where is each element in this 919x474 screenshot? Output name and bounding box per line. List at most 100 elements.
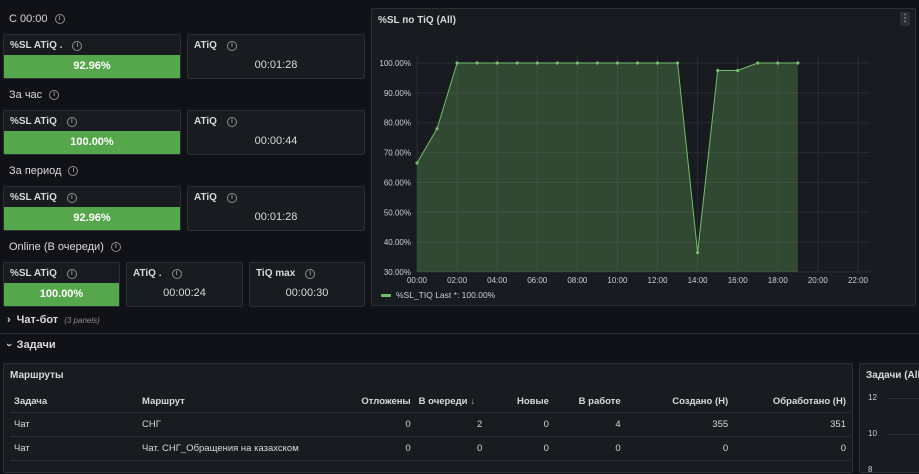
info-icon[interactable]: i <box>66 116 77 127</box>
column-header-task[interactable]: Задача <box>10 390 139 413</box>
chart-legend[interactable]: %SL_TIQ Last *: 100.00% <box>381 290 495 300</box>
x-tick-label: 08:00 <box>567 276 588 285</box>
series-area <box>417 63 798 272</box>
data-point <box>655 61 660 65</box>
info-icon[interactable]: i <box>305 268 316 279</box>
x-tick-label: 12:00 <box>648 276 669 285</box>
table-cell: 0 <box>624 436 733 461</box>
x-tick-label: 10:00 <box>607 276 628 285</box>
sl-by-tiq-panel[interactable]: %SL по TiQ (All) ⋮ 100.00% 90.00% 80.00% 70… <box>371 8 916 306</box>
legend-swatch <box>381 293 391 297</box>
info-icon[interactable]: i <box>72 40 83 51</box>
info-icon[interactable]: i <box>171 268 182 279</box>
table-cell: СНГ <box>138 412 349 437</box>
routes-panel[interactable]: Маршруты Задача Маршрут Отложены В очере… <box>3 363 853 473</box>
table-cell: 0 <box>732 436 850 461</box>
data-point <box>415 161 419 165</box>
x-tick-label: 20:00 <box>808 276 829 285</box>
y-tick-label: 40.00% <box>384 238 411 247</box>
table-cell: 0 <box>348 436 415 461</box>
atiq-value: 00:01:28 <box>254 59 298 71</box>
data-point <box>435 127 439 131</box>
legend-text: %SL_TIQ Last *: 100.00% <box>396 290 496 300</box>
data-point <box>736 68 740 73</box>
table-cell: 0 <box>552 436 625 461</box>
sl-atiq-panel[interactable]: %SL ATiQ i 100.00% <box>3 110 181 155</box>
chevron-down-icon: › <box>2 343 15 347</box>
info-icon[interactable]: i <box>54 14 65 24</box>
data-point <box>555 61 559 65</box>
info-icon[interactable]: i <box>68 166 79 176</box>
info-icon[interactable]: i <box>226 192 237 203</box>
data-point <box>515 61 519 65</box>
section-title-since-midnight: С 00:00 i <box>9 13 65 25</box>
y-tick-label: 12 <box>868 393 877 402</box>
grid-line <box>888 398 919 399</box>
x-tick-label: 06:00 <box>527 276 548 285</box>
info-icon[interactable]: i <box>49 90 60 100</box>
table-cell: 0 <box>348 412 415 437</box>
y-tick-label: 50.00% <box>384 208 411 217</box>
table-cell: 0 <box>486 436 553 461</box>
info-icon[interactable]: i <box>110 242 121 252</box>
atiq-value: 00:00:44 <box>254 135 298 147</box>
sl-atiq-panel[interactable]: %SL ATiQ i 92.96% <box>3 186 181 231</box>
atiq-panel[interactable]: ATiQ i 00:01:28 <box>187 186 365 231</box>
online-tiq-max-panel[interactable]: TiQ max i 00:00:30 <box>249 262 365 307</box>
data-point <box>696 250 700 255</box>
data-point <box>776 61 780 65</box>
info-icon[interactable]: i <box>66 192 77 203</box>
table-row[interactable]: Чат Чат. СНГ_Обращения на казахском 0 0 … <box>10 436 850 461</box>
x-tick-label: 14:00 <box>688 276 709 285</box>
table-row[interactable]: Чат СНГ 0 2 0 4 355 351 <box>10 412 850 437</box>
column-header-in-work[interactable]: В работе <box>552 390 625 413</box>
section-title-online: Online (В очереди) i <box>9 241 121 253</box>
sl-atiq-gauge: 92.96% <box>4 207 180 230</box>
y-tick-label: 10 <box>868 429 877 438</box>
column-header-route[interactable]: Маршрут <box>138 390 349 413</box>
data-point <box>455 61 459 65</box>
table-cell: Чат <box>10 412 139 437</box>
online-sl-atiq-panel[interactable]: %SL ATiQ i 100.00% <box>3 262 120 307</box>
row-chatbot[interactable]: › Чат-бот (3 panels) <box>7 314 100 326</box>
table-cell: 2 <box>414 412 487 437</box>
tasks-all-panel[interactable]: Задачи (All) 12 10 8 <box>859 363 919 474</box>
table-cell: Чат. СНГ_Обращения на казахском <box>138 436 349 461</box>
column-header-new[interactable]: Новые <box>486 390 553 413</box>
column-header-in-queue[interactable]: В очереди ↓ <box>414 390 487 413</box>
online-atiq-panel[interactable]: ATiQ .i 00:00:24 <box>126 262 243 307</box>
x-tick-label: 18:00 <box>768 276 789 285</box>
column-header-deferred[interactable]: Отложены <box>348 390 415 413</box>
column-header-created[interactable]: Создано (Н) <box>624 390 733 413</box>
chevron-right-icon: › <box>7 314 11 326</box>
x-tick-label: 00:00 <box>407 276 428 285</box>
sl-atiq-panel[interactable]: %SL ATiQ .i 92.96% <box>3 34 181 79</box>
atiq-panel[interactable]: ATiQ i 00:01:28 <box>187 34 365 79</box>
data-point <box>615 61 620 65</box>
data-point <box>796 61 800 65</box>
y-tick-label: 90.00% <box>384 89 411 98</box>
routes-table: Задача Маршрут Отложены В очереди ↓ Новые… <box>10 390 850 461</box>
y-tick-label: 100.00% <box>379 59 411 68</box>
column-header-processed[interactable]: Обработано (Н) <box>732 390 850 413</box>
data-point <box>495 61 499 65</box>
data-point <box>635 61 640 65</box>
x-tick-label: 22:00 <box>848 276 869 285</box>
table-cell: 4 <box>552 412 625 437</box>
table-cell: Чат <box>10 436 139 461</box>
section-title-period: За период i <box>9 165 79 177</box>
row-tasks[interactable]: › Задачи <box>3 339 56 351</box>
online-atiq-value: 00:00:24 <box>163 287 206 299</box>
row-divider <box>0 333 919 334</box>
atiq-value: 00:01:28 <box>254 211 298 223</box>
info-icon[interactable]: i <box>226 40 237 51</box>
data-point <box>475 61 479 65</box>
x-tick-label: 04:00 <box>487 276 508 285</box>
info-icon[interactable]: i <box>226 116 237 127</box>
table-cell: 0 <box>486 412 553 437</box>
online-sl-atiq-gauge: 100.00% <box>4 283 119 306</box>
info-icon[interactable]: i <box>66 268 77 279</box>
sl-line-chart: 100.00% 90.00% 80.00% 70.00% 60.00% 50.00% 40.… <box>379 55 870 285</box>
atiq-panel[interactable]: ATiQ i 00:00:44 <box>187 110 365 155</box>
data-point <box>756 61 760 65</box>
